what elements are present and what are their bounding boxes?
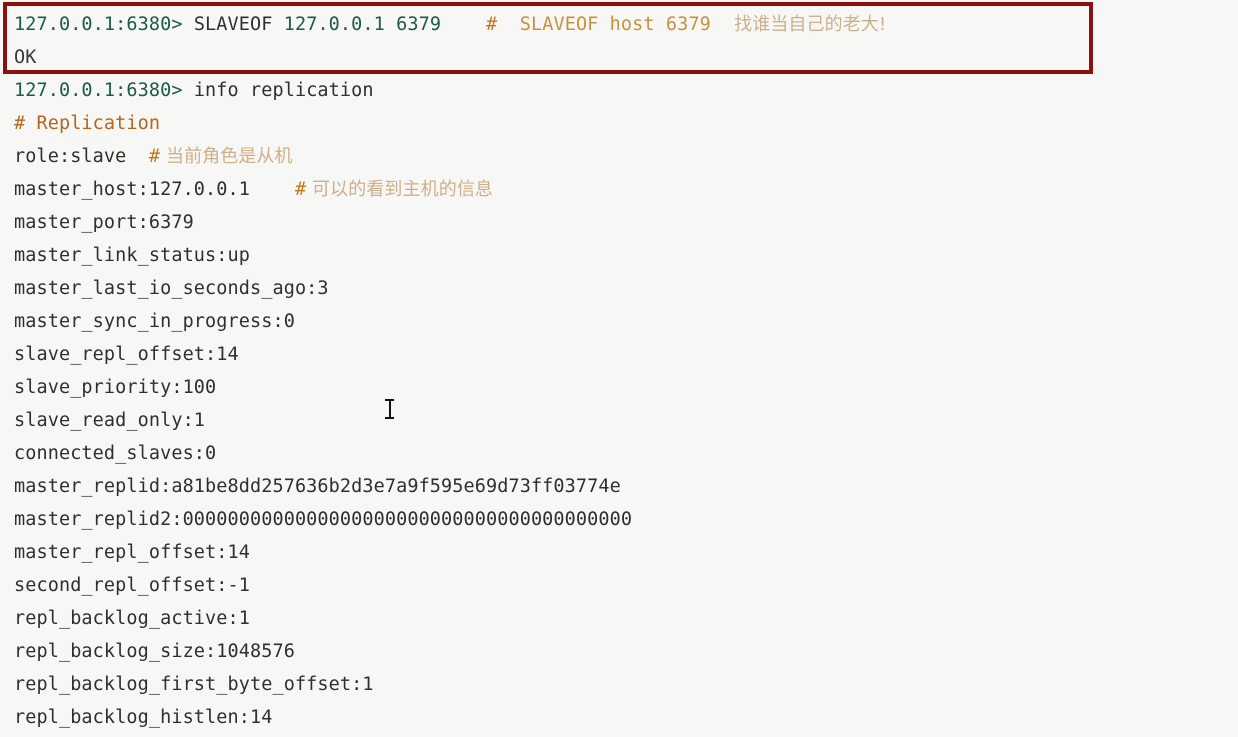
terminal-line-master-link-status: master_link_status:up xyxy=(14,239,1238,272)
terminal-line-slaveof-command: 127.0.0.1:6380> SLAVEOF 127.0.0.1 6379 #… xyxy=(14,8,1238,41)
info-key-value: master_port:6379 xyxy=(14,212,194,233)
redis-cli-terminal[interactable]: 127.0.0.1:6380> SLAVEOF 127.0.0.1 6379 #… xyxy=(0,0,1238,737)
comment-hash: # xyxy=(294,179,307,200)
command-name: info replication xyxy=(182,80,374,101)
terminal-line-section-header: # Replication xyxy=(14,107,1238,140)
terminal-line-master-replid: master_replid:a81be8dd257636b2d3e7a9f595… xyxy=(14,470,1238,503)
info-key-value: slave_priority:100 xyxy=(14,377,217,398)
terminal-line-info-command: 127.0.0.1:6380> info replication xyxy=(14,74,1238,107)
command-name: SLAVEOF xyxy=(182,14,284,35)
section-header-text: # Replication xyxy=(14,113,161,134)
info-key-value: repl_backlog_size:1048576 xyxy=(14,641,295,662)
reply-text: OK xyxy=(14,47,37,68)
comment-hash: # xyxy=(486,14,498,35)
comment-text-en: SLAVEOF host 6379 xyxy=(497,14,711,35)
terminal-line-repl-backlog-active: repl_backlog_active:1 xyxy=(14,602,1238,635)
comment-text-cn: 找谁当自己的老大! xyxy=(710,14,887,35)
terminal-line-master-host: master_host:127.0.0.1 # 可以的看到主机的信息 xyxy=(14,173,1238,206)
info-key-value: slave_repl_offset:14 xyxy=(14,344,239,365)
terminal-line-slave-priority: slave_priority:100 xyxy=(14,371,1238,404)
info-key-value: repl_backlog_active:1 xyxy=(14,608,250,629)
info-key-value: repl_backlog_histlen:14 xyxy=(14,707,273,728)
info-key-value: role:slave xyxy=(14,146,127,167)
info-key-value: master_replid2:0000000000000000000000000… xyxy=(14,509,633,530)
info-key-value: master_last_io_seconds_ago:3 xyxy=(14,278,329,299)
command-args: 127.0.0.1 6379 xyxy=(283,14,442,35)
terminal-line-master-port: master_port:6379 xyxy=(14,206,1238,239)
comment-text-cn: 可以的看到主机的信息 xyxy=(306,179,494,200)
terminal-line-master-replid2: master_replid2:0000000000000000000000000… xyxy=(14,503,1238,536)
comment-text-cn: 当前角色是从机 xyxy=(160,146,293,167)
info-key-value: master_repl_offset:14 xyxy=(14,542,250,563)
terminal-line-repl-backlog-first-byte-offset: repl_backlog_first_byte_offset:1 xyxy=(14,668,1238,701)
terminal-line-slave-read-only: slave_read_only:1 xyxy=(14,404,1238,437)
shell-prompt: 127.0.0.1:6380> xyxy=(14,80,183,101)
shell-prompt: 127.0.0.1:6380> xyxy=(14,14,183,35)
terminal-line-role-slave: role:slave # 当前角色是从机 xyxy=(14,140,1238,173)
terminal-output: 127.0.0.1:6380> SLAVEOF 127.0.0.1 6379 #… xyxy=(0,0,1238,734)
terminal-line-master-repl-offset: master_repl_offset:14 xyxy=(14,536,1238,569)
terminal-line-master-sync-in-progress: master_sync_in_progress:0 xyxy=(14,305,1238,338)
terminal-line-repl-backlog-size: repl_backlog_size:1048576 xyxy=(14,635,1238,668)
terminal-line-connected-slaves: connected_slaves:0 xyxy=(14,437,1238,470)
comment-hash: # xyxy=(148,146,161,167)
terminal-line-ok-reply: OK xyxy=(14,41,1238,74)
terminal-line-second-repl-offset: second_repl_offset:-1 xyxy=(14,569,1238,602)
info-key-value: master_sync_in_progress:0 xyxy=(14,311,295,332)
info-key-value: second_repl_offset:-1 xyxy=(14,575,250,596)
info-key-value: master_host:127.0.0.1 xyxy=(14,179,250,200)
info-key-value: slave_read_only:1 xyxy=(14,410,206,431)
terminal-line-repl-backlog-histlen: repl_backlog_histlen:14 xyxy=(14,701,1238,734)
info-key-value: master_replid:a81be8dd257636b2d3e7a9f595… xyxy=(14,476,621,497)
terminal-line-slave-repl-offset: slave_repl_offset:14 xyxy=(14,338,1238,371)
terminal-line-master-last-io-seconds-ago: master_last_io_seconds_ago:3 xyxy=(14,272,1238,305)
info-key-value: connected_slaves:0 xyxy=(14,443,217,464)
info-key-value: master_link_status:up xyxy=(14,245,250,266)
info-key-value: repl_backlog_first_byte_offset:1 xyxy=(14,674,374,695)
